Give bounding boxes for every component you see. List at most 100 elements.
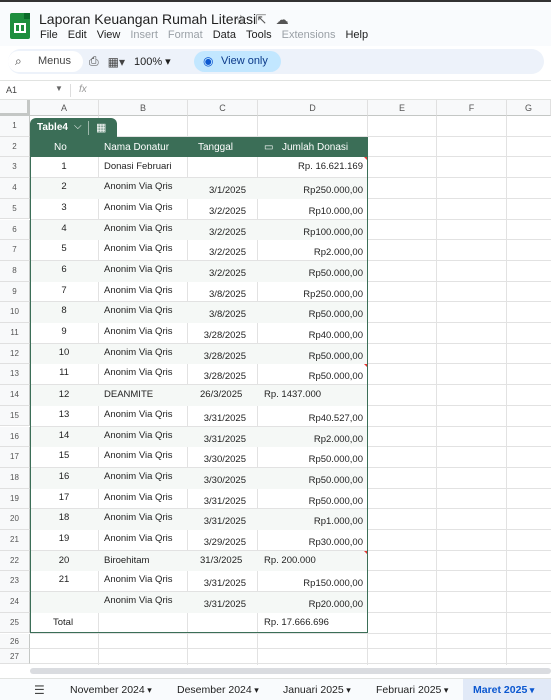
cell-nama-donatur[interactable]: Biroehitam (104, 555, 149, 566)
row-header-7[interactable]: 7 (0, 240, 30, 261)
table-row[interactable]: 6 Anonim Via Qris 3/2/2025 Rp50.000,00 (30, 260, 368, 282)
row-header-26[interactable]: 26 (0, 633, 30, 649)
sheet-tab[interactable]: Februari 2025 ▾ (366, 679, 461, 700)
row-header-6[interactable]: 6 (0, 219, 30, 241)
menu-data[interactable]: Data (213, 29, 236, 41)
chevron-down-icon[interactable]: ▾ (441, 685, 449, 695)
table-row[interactable]: Anonim Via Qris 3/31/2025 Rp20.000,00 (30, 592, 368, 613)
cell-nama-donatur[interactable]: Anonim Via Qris (104, 512, 172, 523)
cell-no[interactable]: 4 (30, 223, 98, 234)
row-header-15[interactable]: 15 (0, 405, 30, 427)
table-row[interactable]: 12 DEANMITE 26/3/2025 Rp. 1437.000 (30, 385, 368, 406)
cell-nama-donatur[interactable]: Anonim Via Qris (104, 450, 172, 461)
name-box[interactable]: A1 (6, 85, 17, 95)
cell-no[interactable]: 12 (30, 389, 98, 400)
cell-jumlah-donasi[interactable]: Rp40.527,00 (309, 413, 363, 424)
cell-nama-donatur[interactable]: Anonim Via Qris (104, 430, 172, 441)
row-header-8[interactable]: 8 (0, 260, 30, 282)
cell-nama-donatur[interactable]: Anonim Via Qris (104, 223, 172, 234)
table-row[interactable]: 3 Anonim Via Qris 3/2/2025 Rp10.000,00 (30, 199, 368, 220)
sheet-tab[interactable]: November 2024 ▾ (60, 679, 164, 700)
comment-indicator[interactable] (364, 550, 368, 555)
cell-nama-donatur[interactable]: Anonim Via Qris (104, 202, 172, 213)
table-row[interactable]: 20 Biroehitam 31/3/2025 Rp. 200.000 (30, 550, 368, 572)
cell-tanggal[interactable]: 3/31/2025 (204, 496, 246, 507)
cell-nama-donatur[interactable]: Anonim Via Qris (104, 305, 172, 316)
table-name-tab[interactable]: Table4 ⌵ ▦ (30, 118, 117, 138)
cell-no[interactable]: 3 (30, 202, 98, 213)
table-row[interactable]: 10 Anonim Via Qris 3/28/2025 Rp50.000,00 (30, 343, 368, 365)
cell-no[interactable]: 15 (30, 450, 98, 461)
cell-no[interactable]: 11 (30, 367, 98, 378)
row-header-23[interactable]: 23 (0, 571, 30, 593)
cell-no[interactable]: 14 (30, 430, 98, 441)
menu-tools[interactable]: Tools (246, 29, 272, 41)
cell-jumlah-donasi[interactable]: Rp. 16.621.169 (298, 161, 363, 172)
menu-format[interactable]: Format (168, 29, 203, 41)
chevron-down-icon[interactable]: ▾ (145, 685, 152, 695)
chevron-down-icon[interactable]: ▼ (55, 84, 63, 93)
cell-jumlah-donasi[interactable]: Rp1.000,00 (314, 516, 363, 527)
column-header-d[interactable]: D (258, 100, 368, 116)
cell-nama-donatur[interactable]: Donasi Februari (104, 161, 172, 172)
cell-no[interactable]: 19 (30, 533, 98, 544)
cell-jumlah-donasi[interactable]: Rp50.000,00 (309, 351, 363, 362)
select-all-corner[interactable] (0, 100, 30, 116)
cell-jumlah-donasi[interactable]: Rp100.000,00 (303, 227, 363, 238)
sheet-tab[interactable]: Desember 2024 ▾ (167, 679, 271, 700)
cell-nama-donatur[interactable]: Anonim Via Qris (104, 326, 172, 337)
table-row[interactable]: 13 Anonim Via Qris 3/31/2025 Rp40.527,00 (30, 406, 368, 427)
table-row[interactable]: 8 Anonim Via Qris 3/8/2025 Rp50.000,00 (30, 302, 368, 323)
cell-tanggal[interactable]: 3/8/2025 (209, 289, 246, 300)
row-header-12[interactable]: 12 (0, 343, 30, 365)
star-icon[interactable]: ☆ (235, 12, 247, 28)
table-row[interactable]: 4 Anonim Via Qris 3/2/2025 Rp100.000,00 (30, 219, 368, 241)
cell-tanggal[interactable]: 3/31/2025 (204, 578, 246, 589)
chevron-down-icon[interactable]: ▾ (344, 685, 351, 695)
table-row[interactable]: Total Rp. 17.666.696 (30, 613, 368, 634)
table-row[interactable]: 11 Anonim Via Qris 3/28/2025 Rp50.000,00 (30, 364, 368, 385)
table-row[interactable]: 15 Anonim Via Qris 3/30/2025 Rp50.000,00 (30, 447, 368, 468)
chevron-down-icon[interactable]: ⌵ (74, 121, 82, 132)
cell-no[interactable]: 17 (30, 492, 98, 503)
cell-nama-donatur[interactable]: DEANMITE (104, 389, 153, 400)
table-row[interactable]: 14 Anonim Via Qris 3/31/2025 Rp2.000,00 (30, 426, 368, 448)
cell-jumlah-donasi[interactable]: Rp10.000,00 (309, 206, 363, 217)
row-header-11[interactable]: 11 (0, 323, 30, 344)
move-icon[interactable]: ⇱ (256, 12, 267, 28)
row-header-2[interactable]: 2 (0, 136, 30, 158)
cell-tanggal[interactable]: 3/30/2025 (204, 475, 246, 486)
cell-jumlah-donasi[interactable]: Rp50.000,00 (309, 268, 363, 279)
cell-jumlah-donasi[interactable]: Rp2.000,00 (314, 434, 363, 445)
cell-nama-donatur[interactable]: Anonim Via Qris (104, 533, 172, 544)
table-calculator-icon[interactable]: ▦ (96, 121, 106, 134)
table-row[interactable]: 19 Anonim Via Qris 3/29/2025 Rp30.000,00 (30, 530, 368, 551)
sheets-logo-icon[interactable] (10, 13, 30, 39)
column-header-e[interactable]: E (368, 100, 437, 116)
cell-nama-donatur[interactable]: Anonim Via Qris (104, 367, 172, 378)
cell-no[interactable]: 10 (30, 347, 98, 358)
row-header-13[interactable]: 13 (0, 364, 30, 386)
cell-nama-donatur[interactable]: Anonim Via Qris (104, 492, 172, 503)
menu-help[interactable]: Help (345, 29, 368, 41)
table-row[interactable]: 17 Anonim Via Qris 3/31/2025 Rp50.000,00 (30, 489, 368, 510)
header-tanggal[interactable]: Tanggal (198, 142, 233, 153)
cell-tanggal[interactable]: 3/30/2025 (204, 454, 246, 465)
view-only-button[interactable]: ◉ View only (194, 51, 281, 72)
cell-jumlah-donasi[interactable]: Rp50.000,00 (309, 475, 363, 486)
cell-tanggal[interactable]: 3/2/2025 (209, 247, 246, 258)
format-painter-icon[interactable]: ▦▾ (108, 55, 125, 69)
header-jumlah-donasi[interactable]: Jumlah Donasi (282, 142, 348, 153)
menu-insert[interactable]: Insert (130, 29, 158, 41)
cell-no[interactable]: 6 (30, 264, 98, 275)
row-header-21[interactable]: 21 (0, 530, 30, 551)
cell-no[interactable]: 2 (30, 181, 98, 192)
cell-jumlah-donasi[interactable]: Rp150.000,00 (303, 578, 363, 589)
table-row[interactable]: 21 Anonim Via Qris 3/31/2025 Rp150.000,00 (30, 571, 368, 592)
cell-tanggal[interactable]: 3/31/2025 (204, 599, 246, 610)
menu-edit[interactable]: Edit (68, 29, 87, 41)
cell-nama-donatur[interactable]: Anonim Via Qris (104, 243, 172, 254)
column-header-f[interactable]: F (437, 100, 507, 116)
chevron-down-icon[interactable]: ▾ (527, 685, 535, 695)
row-header-27[interactable]: 27 (0, 648, 30, 664)
